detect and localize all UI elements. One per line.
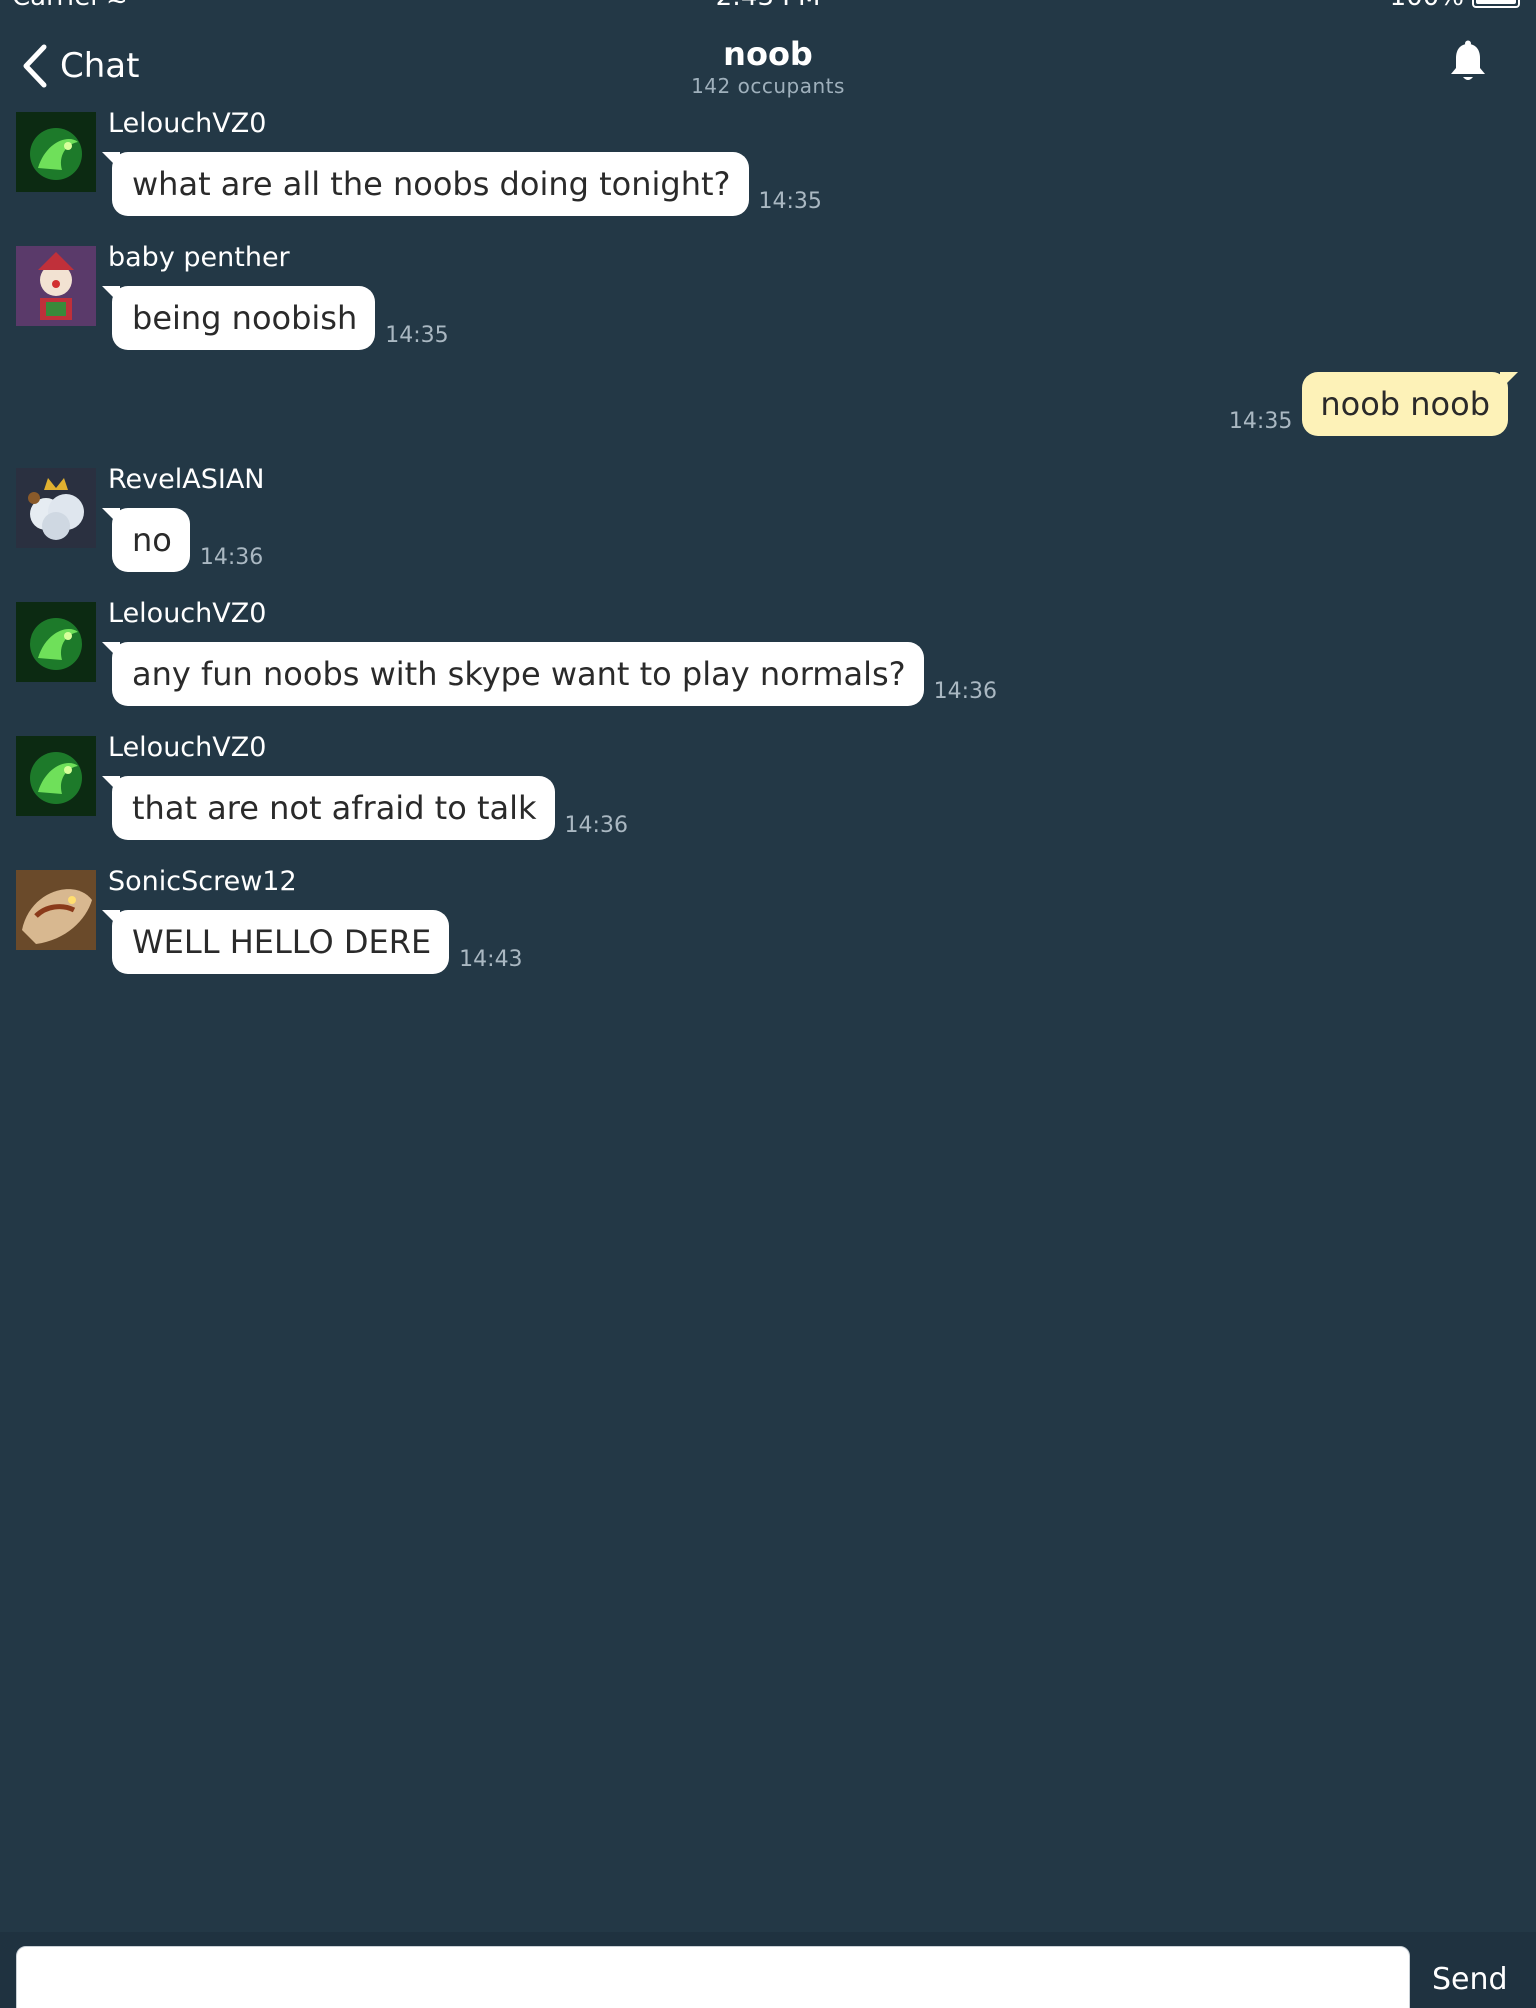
battery-percent: 100% [1390,0,1464,12]
rock-beast-avatar-icon [16,870,96,950]
message-bubble[interactable]: any fun noobs with skype want to play no… [102,642,924,706]
timestamp: 14:36 [564,813,628,838]
green-dragon-avatar-icon [16,112,96,192]
chat-screen: Carrier ≋ 2:43 PM 100% Chat noob 142 occ… [0,0,1536,2008]
bubble-row: that are not afraid to talk 14:36 [102,776,628,840]
timestamp: 14:43 [459,947,523,972]
message-bubble[interactable]: WELL HELLO DERE [101,910,450,974]
timestamp: 14:35 [758,189,822,214]
sender-name: LelouchVZ0 [108,108,267,139]
sender-name: SonicScrew12 [108,866,297,897]
timestamp: 14:35 [1228,409,1293,434]
bubble-row: being noobish 14:35 [101,286,449,350]
sender-name: RevelASIAN [108,464,265,495]
status-bar: Carrier ≋ 2:43 PM 100% [0,0,1536,14]
green-dragon-avatar-icon [16,602,96,682]
battery-icon [1472,0,1520,8]
timestamp: 14:36 [199,545,264,570]
send-button[interactable]: Send [1432,1962,1508,1997]
avatar[interactable] [16,112,96,192]
bubble-row: what are all the noobs doing tonight? 14… [102,152,822,216]
own-bubble-row: 14:35 noob noob [1228,372,1518,436]
own-message-bubble[interactable]: noob noob [1302,372,1518,436]
avatar[interactable] [16,468,96,548]
status-time: 2:43 PM [0,0,1536,12]
avatar[interactable] [16,870,96,950]
room-title: noob [723,35,813,73]
avatar[interactable] [16,736,96,816]
bubble-row: any fun noobs with skype want to play no… [102,642,998,706]
avatar[interactable] [16,602,96,682]
message-bubble[interactable]: that are not afraid to talk [102,776,555,840]
message-input[interactable] [16,1946,1410,2008]
sender-name: LelouchVZ0 [108,598,267,629]
cloud-king-avatar-icon [16,468,96,548]
nav-title-block: noob 142 occupants [0,34,1536,98]
sender-name: LelouchVZ0 [108,732,267,763]
message-bubble[interactable]: no [102,508,190,572]
avatar[interactable] [16,246,96,326]
occupant-count: 142 occupants [691,74,845,98]
timestamp: 14:35 [385,323,449,348]
bubble-row: WELL HELLO DERE 14:43 [101,910,523,974]
composer-bar: Send [0,1932,1536,2008]
timestamp: 14:36 [933,679,998,704]
green-dragon-avatar-icon [16,736,96,816]
bubble-row: no 14:36 [102,508,264,572]
bell-icon[interactable] [1448,40,1488,84]
message-bubble[interactable]: what are all the noobs doing tonight? [102,152,749,216]
clown-avatar-icon [16,246,96,326]
message-bubble[interactable]: being noobish [101,286,376,350]
sender-name: baby penther [108,242,290,273]
